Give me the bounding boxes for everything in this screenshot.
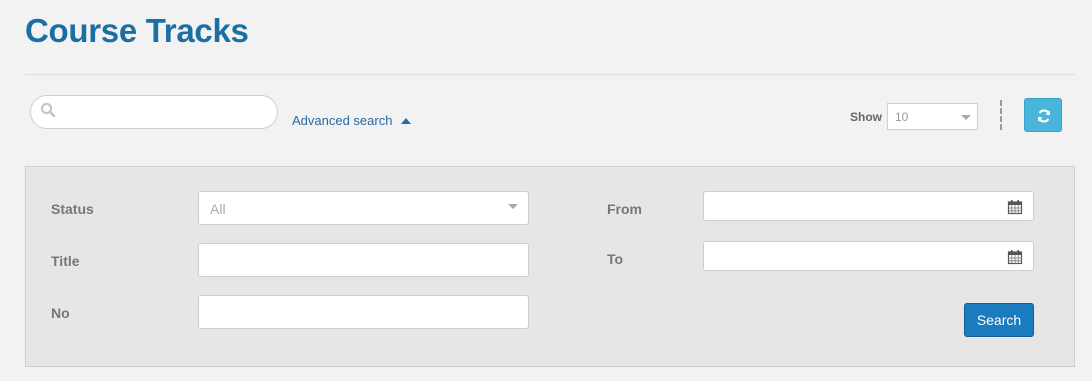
show-label: Show <box>850 110 882 124</box>
title-field[interactable] <box>198 243 529 277</box>
to-label: To <box>607 251 624 267</box>
header-divider <box>25 74 1075 75</box>
toolbar-separator <box>1000 100 1002 130</box>
search-field[interactable] <box>30 95 278 129</box>
search-button[interactable]: Search <box>964 303 1034 337</box>
refresh-icon <box>1037 109 1051 123</box>
to-date-input[interactable] <box>704 242 1033 270</box>
advanced-search-panel: Status All Title No From To Search <box>25 166 1075 367</box>
caret-up-icon <box>401 117 412 124</box>
advanced-search-toggle[interactable]: Advanced search <box>292 113 412 128</box>
title-input[interactable] <box>199 244 528 276</box>
no-field[interactable] <box>198 295 529 329</box>
advanced-search-label: Advanced search <box>292 113 393 128</box>
search-input[interactable] <box>61 100 266 124</box>
refresh-button[interactable] <box>1024 98 1062 132</box>
from-label: From <box>607 201 642 217</box>
status-label: Status <box>51 201 94 217</box>
no-input[interactable] <box>199 296 528 328</box>
chevron-down-icon <box>508 204 518 209</box>
page-size-value: 10 <box>895 110 909 124</box>
to-date-field[interactable] <box>703 241 1034 271</box>
page-size-select[interactable]: 10 <box>887 103 978 130</box>
page-title: Course Tracks <box>25 12 249 49</box>
from-date-field[interactable] <box>703 191 1034 221</box>
search-icon <box>40 102 56 123</box>
calendar-icon[interactable] <box>1007 249 1023 270</box>
status-select[interactable]: All <box>198 191 529 225</box>
title-label: Title <box>51 253 80 269</box>
status-value: All <box>210 201 226 217</box>
calendar-icon[interactable] <box>1007 199 1023 220</box>
chevron-down-icon <box>961 115 971 120</box>
from-date-input[interactable] <box>704 192 1033 220</box>
no-label: No <box>51 305 70 321</box>
